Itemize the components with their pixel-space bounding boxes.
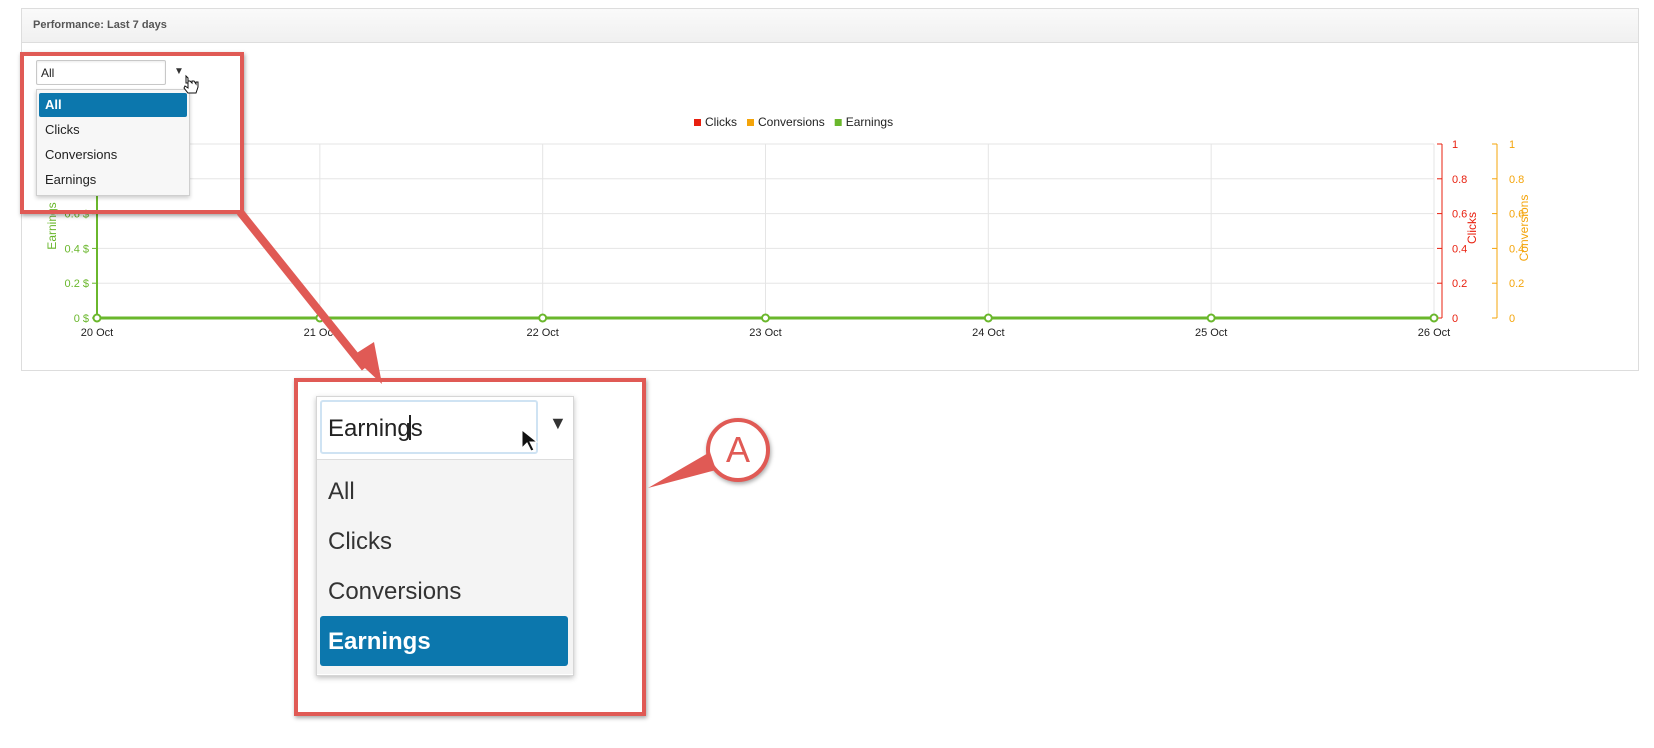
zoomed-series-dropdown: Earnings ▼ All Clicks Conversions Earnin… [316, 396, 574, 676]
clicks-axis-tick-label: 0 [1452, 313, 1458, 325]
conversions-axis-tick-label: 0.8 [1509, 174, 1524, 186]
callout-highlight-box [20, 52, 244, 214]
legend-label-earnings: Earnings [846, 115, 893, 129]
legend-swatch-conversions [747, 119, 754, 126]
conversions-axis-tick-label: 0 [1509, 313, 1515, 325]
legend-swatch-earnings [834, 119, 842, 126]
conversions-axis-tick-label: 1 [1509, 139, 1515, 151]
conversions-axis-label: Conversions [1517, 195, 1531, 262]
x-axis-tick-label: 21 Oct [304, 327, 336, 339]
x-axis-tick-label: 25 Oct [1195, 327, 1227, 339]
earnings-point [1429, 313, 1439, 323]
zoom-option-conversions[interactable]: Conversions [320, 566, 568, 616]
left-axis-tick-label: 0 $ [74, 313, 89, 325]
conversions-axis-tick-label: 0.2 [1509, 278, 1524, 290]
left-axis-tick-label: 0.4 $ [65, 243, 89, 255]
earnings-point [1206, 313, 1216, 323]
zoom-option-clicks[interactable]: Clicks [320, 516, 568, 566]
x-axis-tick-label: 26 Oct [1418, 327, 1450, 339]
zoomed-series-input[interactable]: Earnings [320, 400, 538, 454]
zoom-option-all[interactable]: All [320, 466, 568, 516]
earnings-point [92, 313, 102, 323]
legend-label-conversions: Conversions [758, 115, 825, 129]
clicks-axis-tick-label: 0.2 [1452, 278, 1467, 290]
legend-label-clicks: Clicks [705, 115, 737, 129]
performance-chart: 0 $0.2 $0.4 $0.6 $Earnings00.20.40.60.81… [45, 115, 1531, 339]
x-axis-tick-label: 23 Oct [749, 327, 781, 339]
earnings-point [761, 313, 770, 323]
legend-swatch-clicks [694, 119, 701, 126]
earnings-point [315, 313, 325, 323]
triangle-down-icon[interactable]: ▼ [549, 413, 567, 434]
clicks-axis-tick-label: 0.8 [1452, 174, 1467, 186]
clicks-axis-tick-label: 0.4 [1452, 243, 1467, 255]
earnings-point [538, 313, 548, 323]
x-axis-tick-label: 24 Oct [972, 327, 1004, 339]
clicks-axis-label: Clicks [1465, 212, 1479, 244]
earnings-point [983, 313, 993, 323]
x-axis-tick-label: 22 Oct [526, 327, 558, 339]
clicks-axis-tick-label: 1 [1452, 139, 1458, 151]
x-axis-tick-label: 20 Oct [81, 327, 113, 339]
callout-badge: A [706, 418, 770, 482]
zoomed-series-options: All Clicks Conversions Earnings [317, 459, 573, 674]
zoom-option-earnings[interactable]: Earnings [320, 616, 568, 666]
left-axis-tick-label: 0.2 $ [65, 278, 89, 290]
